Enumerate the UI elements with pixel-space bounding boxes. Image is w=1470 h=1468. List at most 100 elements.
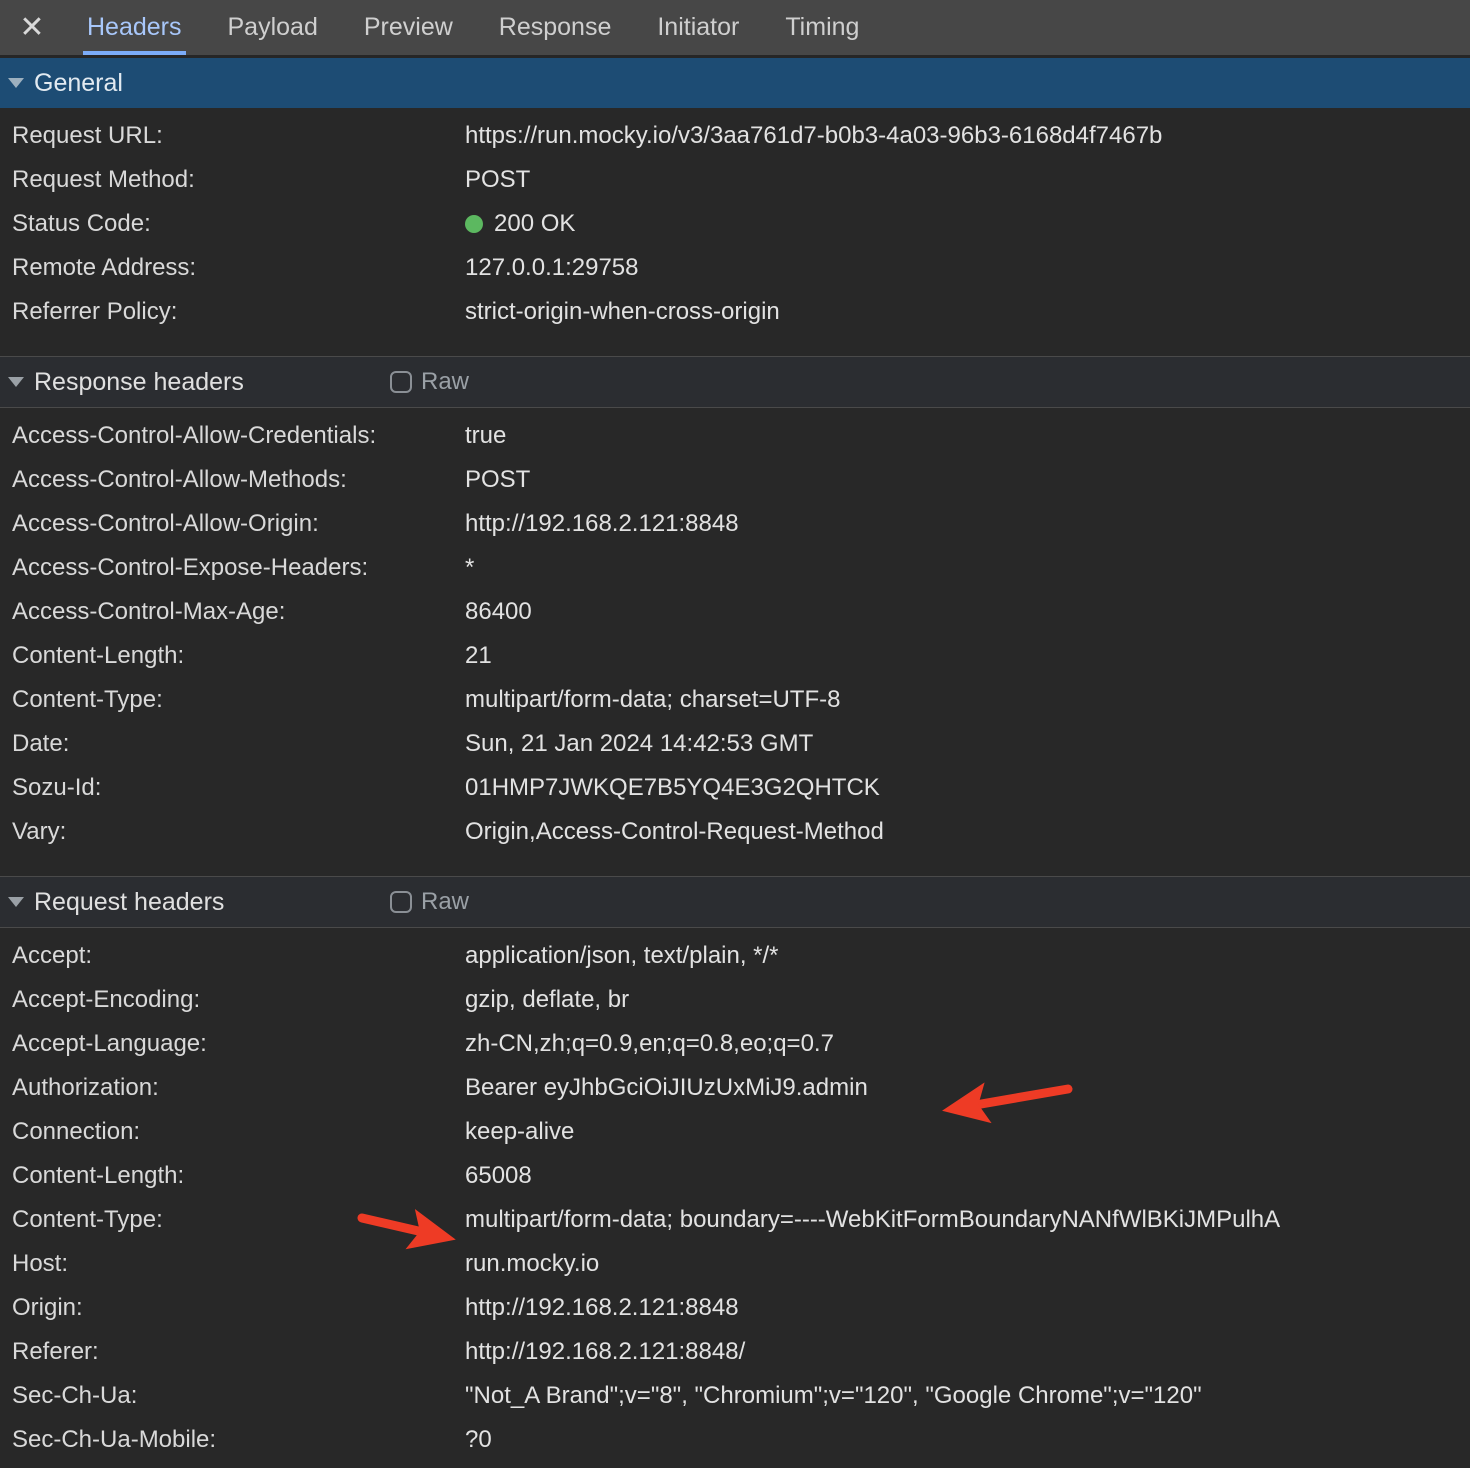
header-name: Host: (0, 1250, 465, 1278)
header-value: zh-CN,zh;q=0.9,en;q=0.8,eo;q=0.7 (465, 1030, 834, 1058)
header-row: Remote Address:127.0.0.1:29758 (0, 246, 1470, 290)
response-headers-section-header[interactable]: Response headers Raw (0, 356, 1470, 408)
header-value: 200 OK (465, 210, 575, 238)
header-name: Access-Control-Allow-Methods: (0, 466, 465, 494)
tab-headers[interactable]: Headers (87, 0, 182, 55)
header-row: Origin:http://192.168.2.121:8848 (0, 1286, 1470, 1330)
header-row: Accept-Language:zh-CN,zh;q=0.9,en;q=0.8,… (0, 1022, 1470, 1066)
tab-timing[interactable]: Timing (785, 0, 859, 55)
header-name: Access-Control-Expose-Headers: (0, 554, 465, 582)
raw-checkbox-label: Raw (421, 888, 469, 916)
header-name: Accept: (0, 942, 465, 970)
header-value: run.mocky.io (465, 1250, 599, 1278)
raw-checkbox[interactable] (390, 891, 412, 913)
general-section-header[interactable]: General (0, 58, 1470, 108)
section-gap (0, 854, 1470, 876)
header-value: gzip, deflate, br (465, 986, 629, 1014)
header-row: Content-Type:multipart/form-data; charse… (0, 678, 1470, 722)
header-name: Referrer Policy: (0, 298, 465, 326)
request-headers-section-header[interactable]: Request headers Raw (0, 876, 1470, 928)
section-title: Response headers (34, 368, 244, 397)
header-name: Sec-Ch-Ua: (0, 1382, 465, 1410)
header-name: Referer: (0, 1338, 465, 1366)
section-title: Request headers (34, 888, 224, 917)
header-name: Access-Control-Allow-Origin: (0, 510, 465, 538)
header-name: Access-Control-Max-Age: (0, 598, 465, 626)
raw-checkbox-label: Raw (421, 368, 469, 396)
header-row: Access-Control-Expose-Headers:* (0, 546, 1470, 590)
header-row: Content-Length:21 (0, 634, 1470, 678)
header-value: Sun, 21 Jan 2024 14:42:53 GMT (465, 730, 813, 758)
header-row: Connection:keep-alive (0, 1110, 1470, 1154)
header-value: multipart/form-data; charset=UTF-8 (465, 686, 840, 714)
tab-response[interactable]: Response (499, 0, 612, 55)
header-value: http://192.168.2.121:8848/ (465, 1338, 745, 1366)
header-value: http://192.168.2.121:8848 (465, 1294, 739, 1322)
request-headers-content: Accept:application/json, text/plain, */*… (0, 928, 1470, 1462)
close-icon[interactable]: ✕ (0, 0, 64, 55)
header-value: ?0 (465, 1426, 492, 1454)
header-value: https://run.mocky.io/v3/3aa761d7-b0b3-4a… (465, 122, 1162, 150)
header-row: Host:run.mocky.io (0, 1242, 1470, 1286)
header-row: Request URL:https://run.mocky.io/v3/3aa7… (0, 114, 1470, 158)
header-name: Content-Type: (0, 1206, 465, 1234)
header-name: Vary: (0, 818, 465, 846)
header-value: multipart/form-data; boundary=----WebKit… (465, 1206, 1280, 1234)
header-row: Access-Control-Allow-Methods:POST (0, 458, 1470, 502)
tab-preview[interactable]: Preview (364, 0, 453, 55)
header-row: Accept:application/json, text/plain, */* (0, 934, 1470, 978)
network-detail-toolbar: ✕ Headers Payload Preview Response Initi… (0, 0, 1470, 58)
header-value: 21 (465, 642, 492, 670)
header-value: POST (465, 466, 530, 494)
header-value: keep-alive (465, 1118, 574, 1146)
header-name: Sozu-Id: (0, 774, 465, 802)
header-row: Vary:Origin,Access-Control-Request-Metho… (0, 810, 1470, 854)
section-gap (0, 334, 1470, 356)
disclosure-triangle-icon (8, 78, 24, 88)
header-name: Request URL: (0, 122, 465, 150)
header-name: Date: (0, 730, 465, 758)
header-value: Origin,Access-Control-Request-Method (465, 818, 884, 846)
header-name: Remote Address: (0, 254, 465, 282)
raw-checkbox[interactable] (390, 371, 412, 393)
header-value: Bearer eyJhbGciOiJIUzUxMiJ9.admin (465, 1074, 868, 1102)
header-value: application/json, text/plain, */* (465, 942, 779, 970)
header-name: Authorization: (0, 1074, 465, 1102)
header-row: Sec-Ch-Ua:"Not_A Brand";v="8", "Chromium… (0, 1374, 1470, 1418)
header-value: 01HMP7JWKQE7B5YQ4E3G2QHTCK (465, 774, 880, 802)
header-row: Sec-Ch-Ua-Mobile:?0 (0, 1418, 1470, 1462)
response-headers-content: Access-Control-Allow-Credentials:trueAcc… (0, 408, 1470, 854)
header-value: 86400 (465, 598, 532, 626)
header-value: "Not_A Brand";v="8", "Chromium";v="120",… (465, 1382, 1202, 1410)
tab-payload[interactable]: Payload (228, 0, 318, 55)
header-name: Accept-Encoding: (0, 986, 465, 1014)
disclosure-triangle-icon (8, 897, 24, 907)
disclosure-triangle-icon (8, 377, 24, 387)
status-ok-dot-icon (465, 215, 483, 233)
header-value: * (465, 554, 474, 582)
header-name: Content-Length: (0, 1162, 465, 1190)
header-name: Sec-Ch-Ua-Mobile: (0, 1426, 465, 1454)
header-name: Accept-Language: (0, 1030, 465, 1058)
section-title: General (34, 69, 123, 98)
header-row: Authorization:Bearer eyJhbGciOiJIUzUxMiJ… (0, 1066, 1470, 1110)
header-row: Sozu-Id:01HMP7JWKQE7B5YQ4E3G2QHTCK (0, 766, 1470, 810)
header-value: http://192.168.2.121:8848 (465, 510, 739, 538)
header-value: 65008 (465, 1162, 532, 1190)
header-row: Access-Control-Max-Age:86400 (0, 590, 1470, 634)
header-row: Status Code:200 OK (0, 202, 1470, 246)
header-name: Status Code: (0, 210, 465, 238)
header-row: Content-Type:multipart/form-data; bounda… (0, 1198, 1470, 1242)
raw-toggle[interactable]: Raw (390, 877, 469, 927)
header-row: Accept-Encoding:gzip, deflate, br (0, 978, 1470, 1022)
header-row: Request Method:POST (0, 158, 1470, 202)
tab-initiator[interactable]: Initiator (657, 0, 739, 55)
raw-toggle[interactable]: Raw (390, 357, 469, 407)
header-name: Access-Control-Allow-Credentials: (0, 422, 465, 450)
header-name: Connection: (0, 1118, 465, 1146)
header-row: Access-Control-Allow-Credentials:true (0, 414, 1470, 458)
header-row: Date:Sun, 21 Jan 2024 14:42:53 GMT (0, 722, 1470, 766)
header-value: strict-origin-when-cross-origin (465, 298, 780, 326)
header-name: Content-Type: (0, 686, 465, 714)
header-row: Referrer Policy:strict-origin-when-cross… (0, 290, 1470, 334)
